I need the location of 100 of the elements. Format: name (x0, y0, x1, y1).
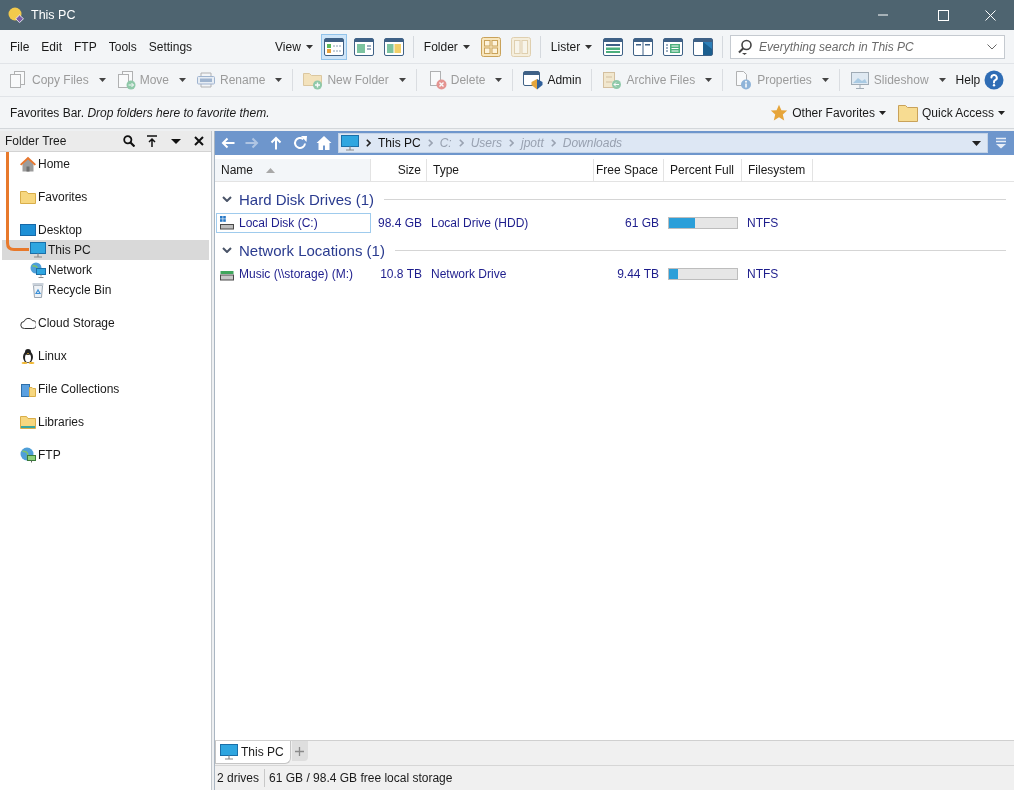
tree-item[interactable]: Favorites (2, 187, 209, 207)
caret-down-icon[interactable] (972, 140, 981, 146)
chevron-right-icon (427, 139, 433, 147)
trash-bin-icon (30, 282, 46, 298)
tree-item[interactable]: Linux (2, 346, 209, 366)
menu-item[interactable]: Settings (142, 35, 199, 58)
size-cell-text: 10.8 TB (379, 267, 423, 281)
caret-down-icon (821, 78, 829, 82)
layout-menu-button[interactable]: View (271, 35, 317, 58)
search-input[interactable]: Everything search in This PC (759, 39, 981, 54)
help-button[interactable]: Help (950, 67, 1014, 93)
maximize-icon (938, 9, 949, 21)
tree-item[interactable]: FTP (2, 445, 209, 465)
chevron-right-icon (458, 139, 464, 147)
columns-icon (510, 36, 531, 57)
close-icon (194, 136, 205, 146)
column-header[interactable]: Percent Full (664, 159, 742, 181)
sort-arrow-icon (266, 167, 275, 173)
penguin-icon (20, 348, 36, 364)
close-icon (984, 9, 996, 21)
caret-down-icon (462, 44, 470, 49)
type-cell-text: Network Drive (430, 267, 508, 281)
tree-item[interactable]: Cloud Storage (2, 313, 209, 333)
tree-item[interactable]: Libraries (2, 412, 209, 432)
monitor-icon (341, 135, 359, 151)
caret-down-icon (998, 110, 1005, 115)
breadcrumb[interactable]: This PC (378, 136, 421, 150)
search-field[interactable]: Everything search in This PC (730, 34, 1005, 59)
tree-item[interactable]: Home (2, 154, 209, 174)
menu-item[interactable]: File (4, 35, 36, 58)
tree-item[interactable]: This PC (2, 240, 209, 260)
column-header[interactable]: Free Space (594, 159, 664, 181)
menu-item[interactable]: FTP (68, 35, 103, 58)
globe-monitor-icon (30, 262, 46, 278)
monitor-icon (30, 242, 46, 258)
column-header[interactable]: Name (215, 159, 371, 181)
picture-monitor-icon (849, 70, 870, 90)
app-logo-icon (8, 7, 24, 23)
group-title: Hard Disk Drives (1) (239, 190, 374, 208)
status-text: 2 drives (215, 769, 266, 787)
text-field-icon (196, 70, 217, 90)
chevron-down-icon[interactable] (222, 247, 232, 253)
chevron-down-icon[interactable] (987, 43, 997, 50)
drive-item[interactable]: Music (\\storage) (M:) (216, 264, 371, 284)
column-header[interactable]: Filesystem (742, 159, 813, 181)
arrow-left-icon (220, 135, 236, 151)
window-sidebar-icon (663, 37, 684, 56)
pages-icon (8, 70, 28, 90)
size-cell-text: 98.4 GB (376, 216, 423, 230)
cloud-icon (20, 315, 36, 331)
folder-icon (20, 189, 36, 205)
arrow-up-icon (268, 135, 284, 151)
monitor-icon (220, 744, 238, 760)
window-title: This PC (31, 8, 76, 22)
layout-menu-button[interactable]: Lister (546, 35, 597, 58)
caret-down-icon (305, 44, 313, 49)
help-icon (984, 70, 1005, 90)
column-header[interactable]: Size (371, 159, 427, 181)
layout-menu-button[interactable]: Folder (419, 35, 474, 58)
caret-down-icon (179, 78, 187, 82)
free-space-cell-text: 9.44 TB (616, 267, 660, 281)
window-shield-icon (523, 70, 544, 90)
menu-item[interactable]: Edit (35, 35, 69, 58)
star-icon (770, 103, 789, 122)
tab[interactable]: This PC (215, 741, 291, 764)
globe-monitor-icon (20, 447, 36, 463)
folder-plus-icon (303, 70, 324, 90)
favorites-menu-button[interactable]: Quick Access (894, 101, 1008, 124)
caret-down-icon (938, 78, 946, 82)
free-space-cell-text: 61 GB (623, 216, 660, 230)
layout-button[interactable] (320, 33, 347, 60)
type-cell-text: Local Drive (HDD) (430, 216, 530, 230)
tree-item[interactable]: Network (2, 260, 209, 280)
arrow-to-top-icon (147, 135, 158, 147)
menu-icon (995, 137, 1007, 149)
home-icon (316, 135, 332, 151)
panel-title: Folder Tree (5, 134, 67, 148)
menu-item[interactable]: Tools (102, 35, 143, 58)
group-title: Network Locations (1) (239, 241, 385, 259)
plus-icon (295, 746, 305, 756)
filesystem-cell-text: NTFS (746, 216, 780, 230)
home-icon (20, 156, 36, 172)
caret-down-icon (585, 44, 593, 49)
admin-button[interactable]: Admin (518, 67, 587, 93)
chevron-right-icon (550, 139, 556, 147)
chevron-down-icon[interactable] (222, 196, 232, 202)
window-list-icon (323, 37, 344, 56)
column-header[interactable]: Type (427, 159, 594, 181)
caret-down-icon (705, 78, 713, 82)
new-tab-button[interactable] (291, 741, 308, 761)
search-icon (737, 38, 753, 55)
tree-item[interactable]: File Collections (2, 379, 209, 399)
window-split-icon (633, 37, 654, 56)
drive-item[interactable]: Local Disk (C:) (216, 213, 371, 233)
arrow-right-icon (244, 135, 260, 151)
filesystem-cell-text: NTFS (746, 267, 780, 281)
tree-item[interactable]: Desktop (2, 220, 209, 240)
favorites-menu-button[interactable]: Other Favorites (767, 101, 889, 124)
tree-item[interactable]: Recycle Bin (2, 280, 209, 300)
path-field[interactable]: This PC C: Users jpott Downloads (338, 133, 988, 153)
